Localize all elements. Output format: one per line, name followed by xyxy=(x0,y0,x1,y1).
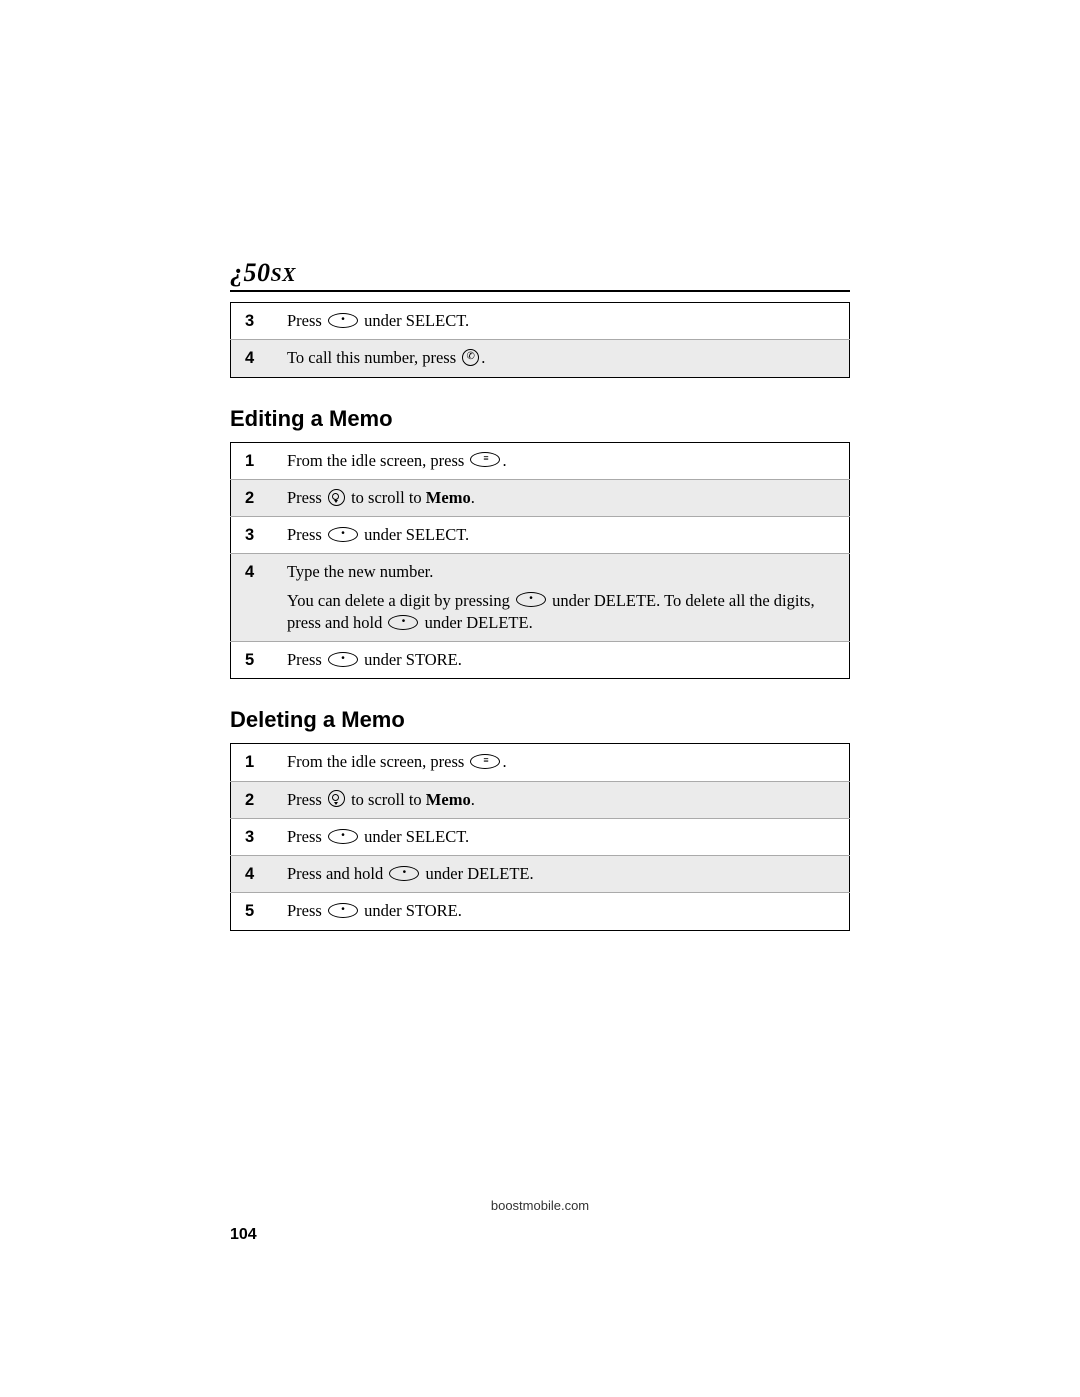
page-number: 104 xyxy=(230,1226,257,1244)
text-fragment: Press xyxy=(287,650,326,669)
table-row: 1 From the idle screen, press . xyxy=(231,442,850,479)
text-fragment: You can delete a digit by pressing xyxy=(287,591,514,610)
softkey-icon xyxy=(328,527,358,542)
text-fragment: Press xyxy=(287,901,326,920)
text-fragment: From the idle screen, press xyxy=(287,752,468,771)
model-number: 50 xyxy=(244,258,271,287)
page-content: ¿50SX 3 Press under SELECT. 4 To call th… xyxy=(230,258,850,931)
softkey-icon xyxy=(388,615,418,630)
step-number: 3 xyxy=(231,818,278,855)
table-row: 4 Type the new number. You can delete a … xyxy=(231,554,850,642)
step-text: Press and hold under DELETE. xyxy=(277,856,850,893)
step-number: 4 xyxy=(231,856,278,893)
table-row: 4 To call this number, press . xyxy=(231,340,850,377)
text-fragment: Type the new number. xyxy=(287,562,433,581)
text-fragment: Press xyxy=(287,311,326,330)
text-fragment: under SELECT. xyxy=(360,311,469,330)
text-fragment: To call this number, press xyxy=(287,348,460,367)
step-number: 4 xyxy=(231,340,278,377)
step-number: 3 xyxy=(231,517,278,554)
softkey-icon xyxy=(328,313,358,328)
nav-key-icon xyxy=(328,790,345,807)
bold-text: Memo xyxy=(426,488,471,507)
bold-text: Memo xyxy=(426,790,471,809)
model-label: ¿50SX xyxy=(230,258,296,287)
step-number: 3 xyxy=(231,303,278,340)
step-text: Press under STORE. xyxy=(277,893,850,930)
step-text: Type the new number. You can delete a di… xyxy=(277,554,850,642)
text-fragment: . xyxy=(471,488,475,507)
section-heading: Deleting a Memo xyxy=(230,707,850,733)
step-number: 1 xyxy=(231,744,278,781)
text-fragment: Press xyxy=(287,488,326,507)
step-number: 2 xyxy=(231,479,278,516)
text-fragment: under DELETE. xyxy=(421,864,533,883)
text-fragment: under STORE. xyxy=(360,650,462,669)
softkey-icon xyxy=(328,829,358,844)
menu-key-icon xyxy=(470,452,500,467)
text-fragment: . xyxy=(502,752,506,771)
text-fragment: Press xyxy=(287,790,326,809)
table-row: 5 Press under STORE. xyxy=(231,642,850,679)
table-row: 3 Press under SELECT. xyxy=(231,517,850,554)
steps-table-deleting: 1 From the idle screen, press . 2 Press … xyxy=(230,743,850,930)
section-heading: Editing a Memo xyxy=(230,406,850,432)
text-fragment: to scroll to xyxy=(347,488,426,507)
step-text: Press under SELECT. xyxy=(277,517,850,554)
steps-table-top: 3 Press under SELECT. 4 To call this num… xyxy=(230,302,850,378)
text-fragment: Press and hold xyxy=(287,864,387,883)
steps-table-editing: 1 From the idle screen, press . 2 Press … xyxy=(230,442,850,680)
nav-key-icon xyxy=(328,489,345,506)
text-fragment: under SELECT. xyxy=(360,525,469,544)
table-row: 5 Press under STORE. xyxy=(231,893,850,930)
menu-key-icon xyxy=(470,754,500,769)
step-text: To call this number, press . xyxy=(277,340,850,377)
softkey-icon xyxy=(389,866,419,881)
step-text: Press to scroll to Memo. xyxy=(277,781,850,818)
step-number: 5 xyxy=(231,642,278,679)
softkey-icon xyxy=(328,652,358,667)
footer-url: boostmobile.com xyxy=(230,1198,850,1213)
step-number: 4 xyxy=(231,554,278,642)
table-row: 2 Press to scroll to Memo. xyxy=(231,781,850,818)
table-row: 4 Press and hold under DELETE. xyxy=(231,856,850,893)
table-row: 2 Press to scroll to Memo. xyxy=(231,479,850,516)
model-prefix: ¿ xyxy=(230,258,244,287)
step-text: Press to scroll to Memo. xyxy=(277,479,850,516)
step-text: Press under SELECT. xyxy=(277,303,850,340)
text-fragment: under DELETE. xyxy=(420,613,532,632)
text-fragment: . xyxy=(502,451,506,470)
step-text: Press under SELECT. xyxy=(277,818,850,855)
step-number: 1 xyxy=(231,442,278,479)
model-suffix: SX xyxy=(271,264,296,286)
softkey-icon xyxy=(516,592,546,607)
table-row: 1 From the idle screen, press . xyxy=(231,744,850,781)
text-fragment: From the idle screen, press xyxy=(287,451,468,470)
call-key-icon xyxy=(462,349,479,366)
step-text: From the idle screen, press . xyxy=(277,442,850,479)
text-fragment: Press xyxy=(287,525,326,544)
step-number: 5 xyxy=(231,893,278,930)
text-fragment: under SELECT. xyxy=(360,827,469,846)
table-row: 3 Press under SELECT. xyxy=(231,818,850,855)
softkey-icon xyxy=(328,903,358,918)
text-fragment: . xyxy=(471,790,475,809)
step-text: From the idle screen, press . xyxy=(277,744,850,781)
text-fragment: . xyxy=(481,348,485,367)
table-row: 3 Press under SELECT. xyxy=(231,303,850,340)
step-subtext: You can delete a digit by pressing under… xyxy=(287,590,839,635)
text-fragment: to scroll to xyxy=(347,790,426,809)
text-fragment: Press xyxy=(287,827,326,846)
step-number: 2 xyxy=(231,781,278,818)
step-text: Press under STORE. xyxy=(277,642,850,679)
text-fragment: under STORE. xyxy=(360,901,462,920)
page-header: ¿50SX xyxy=(230,258,850,292)
